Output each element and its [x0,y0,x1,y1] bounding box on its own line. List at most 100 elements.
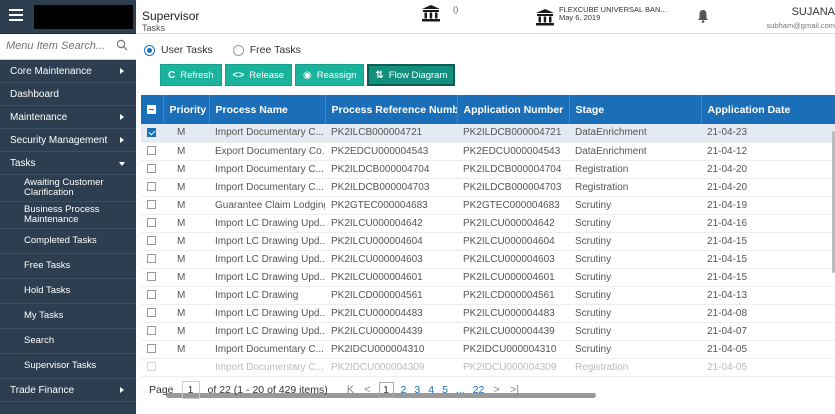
prev-page-button[interactable]: < [364,384,370,396]
table-row[interactable]: M Import LC Drawing PK2ILCD000004561 PK2ILC… [141,286,835,305]
table-row[interactable]: M Import LC Drawing Upd... PK2ILCU00000460… [141,268,835,287]
row-checkbox[interactable] [147,308,156,318]
column-header-priority[interactable]: Priority [163,95,210,124]
sidebar-subitem-my-tasks[interactable]: My Tasks [0,304,136,329]
release-button[interactable]: <> Release [224,64,293,86]
sidebar-item-tasks[interactable]: Tasks [0,152,136,175]
table-row[interactable]: M Import Documentary C... PK2ILDCB00000470… [141,160,835,179]
sidebar-subitem-awaiting-customer-clarification[interactable]: Awaiting Customer Clarification [0,175,136,202]
user-name[interactable]: SUJANA [725,6,835,18]
flow-diagram-label: Flow Diagram [388,69,448,81]
stage-cell: Scrutiny [569,340,701,359]
process-reference-cell: PK2ILDCB000004703 [325,178,457,197]
sidebar-subitem-supervisor-tasks[interactable]: Supervisor Tasks [0,354,136,379]
row-checkbox[interactable] [147,182,156,192]
page-ellipsis[interactable]: ... [456,384,465,396]
table-row[interactable]: M Import Documentary C... PK2IDCU000004310… [141,340,835,359]
table-row[interactable]: M Guarantee Claim Lodging PK2GTEC000004683… [141,196,835,215]
refresh-button[interactable]: C Refresh [160,64,222,86]
sidebar-item-security-management[interactable]: Security Management [0,129,136,152]
page-link[interactable]: 5 [442,384,448,396]
hamburger-menu-icon[interactable] [9,9,23,21]
sidebar-item-label: Free Tasks [24,260,71,271]
row-checkbox[interactable] [147,164,156,174]
sidebar-item-dashboard[interactable]: Dashboard [0,83,136,106]
search-icon[interactable] [116,39,128,51]
table-row[interactable]: M Import Documentary C... PK2ILCB000004721… [141,124,835,143]
bank-icon[interactable] [421,4,441,22]
process-name-cell: Import Documentary C... [209,160,325,179]
row-select-cell [141,286,163,305]
row-checkbox[interactable] [147,326,156,336]
menu-search-input[interactable] [0,34,110,58]
stage-cell: DataEnrichment [569,142,701,161]
priority-cell: M [163,160,209,179]
user-tasks-radio[interactable] [144,44,155,56]
table-row[interactable]: M Import LC Drawing Upd... PK2ILCU00000460… [141,232,835,251]
process-name-cell: Import LC Drawing Upd... [209,250,325,269]
sidebar-item-core-maintenance[interactable]: Core Maintenance [0,60,136,83]
priority-cell: M [163,178,209,197]
column-header-process-name[interactable]: Process Name [209,95,326,124]
row-select-cell [141,124,163,143]
column-header-application-number[interactable]: Application Number [457,95,570,124]
bell-icon[interactable] [697,9,709,23]
next-page-button[interactable]: > [493,384,499,396]
flow-diagram-button[interactable]: ⇅ Flow Diagram [367,64,456,86]
table-row[interactable]: M Import Documentary C... PK2ILDCB00000470… [141,178,835,197]
table-row[interactable]: M Import LC Drawing Upd... PK2ILCU00000460… [141,250,835,269]
process-name-cell: Import LC Drawing Upd... [209,232,325,251]
free-tasks-radio[interactable] [232,44,244,56]
branch-info[interactable]: FLEXCUBE UNIVERSAL BAN... May 6, 2019 [559,6,667,22]
page-link[interactable]: 4 [428,384,434,396]
row-checkbox[interactable] [147,362,156,372]
branch-date: May 6, 2019 [559,13,601,22]
process-name-cell: Import LC Drawing [209,286,325,305]
row-checkbox[interactable] [147,290,156,300]
row-checkbox[interactable] [147,128,156,138]
column-header-process-reference[interactable]: Process Reference Number [325,95,458,124]
reassign-button[interactable]: ◉ Reassign [295,64,365,86]
column-header-application-date[interactable]: Application Date [701,95,835,124]
select-all-checkbox[interactable] [147,105,156,115]
last-page-button[interactable]: >| [510,384,519,396]
sidebar-subitem-completed-tasks[interactable]: Completed Tasks [0,229,136,254]
row-checkbox[interactable] [147,236,156,246]
current-page[interactable]: 1 [378,382,394,398]
table-row[interactable]: Import Documentary C... PK2IDCU000004309 P… [141,358,835,377]
last-page-link[interactable]: 22 [473,384,485,396]
row-checkbox[interactable] [147,344,156,354]
row-checkbox[interactable] [147,200,156,210]
branch-bank-icon[interactable] [535,8,555,26]
sidebar-item-maintenance[interactable]: Maintenance [0,106,136,129]
table-row[interactable]: M Import LC Drawing Upd... PK2ILCU00000448… [141,304,835,323]
page-link[interactable]: 2 [401,384,407,396]
priority-cell: M [163,286,209,305]
process-reference-cell: PK2IDCU000004310 [325,340,457,359]
application-number-cell: PK2ILCU000004604 [457,232,569,251]
table-row[interactable]: M Import LC Drawing Upd... PK2ILCU00000443… [141,322,835,341]
priority-cell: M [163,268,209,287]
select-all-header[interactable] [141,95,164,124]
sidebar-subitem-free-tasks[interactable]: Free Tasks [0,254,136,279]
row-checkbox[interactable] [147,254,156,264]
column-header-stage[interactable]: Stage [569,95,702,124]
row-checkbox[interactable] [147,272,156,282]
main-content: User Tasks Free Tasks C Refresh <> Release… [136,35,835,414]
row-checkbox[interactable] [147,218,156,228]
task-type-radios: User Tasks Free Tasks [144,44,315,56]
flow-diagram-icon: ⇅ [375,69,384,81]
table-row[interactable]: M Export Documentary Co... PK2EDCU00000454… [141,142,835,161]
sidebar-item-trade-finance[interactable]: Trade Finance [0,379,136,402]
row-checkbox[interactable] [147,146,156,156]
sidebar-item-label: Search [24,335,55,346]
page-number-input[interactable]: 1 [181,381,200,399]
priority-cell: M [163,322,209,341]
first-page-button[interactable]: K [347,384,354,396]
sidebar-subitem-search[interactable]: Search [0,329,136,354]
table-row[interactable]: M Import LC Drawing Upd... PK2ILCU00000464… [141,214,835,233]
application-number-cell: PK2ILDCB000004721 [457,124,569,143]
sidebar-subitem-hold-tasks[interactable]: Hold Tasks [0,279,136,304]
sidebar-subitem-business-process-maintenance[interactable]: Business Process Maintenance [0,202,136,229]
page-link[interactable]: 3 [414,384,420,396]
